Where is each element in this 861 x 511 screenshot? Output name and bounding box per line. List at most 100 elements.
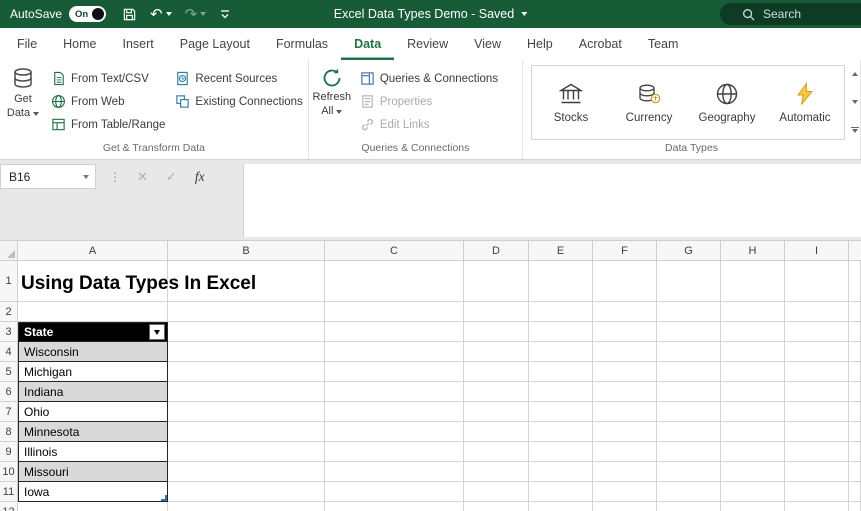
cell[interactable] bbox=[464, 302, 529, 322]
cell[interactable] bbox=[593, 362, 657, 382]
cell[interactable] bbox=[529, 442, 593, 462]
column-header-e[interactable]: E bbox=[529, 241, 593, 261]
cancel-button[interactable]: ✕ bbox=[128, 169, 157, 185]
gallery-more-button[interactable] bbox=[850, 124, 859, 136]
cell[interactable] bbox=[464, 462, 529, 482]
save-button[interactable] bbox=[122, 7, 137, 22]
cell[interactable] bbox=[785, 482, 849, 502]
gallery-scroll-up-button[interactable] bbox=[850, 68, 859, 80]
stocks-data-type[interactable]: Stocks bbox=[532, 66, 610, 139]
table-resize-handle[interactable] bbox=[161, 495, 167, 501]
cell[interactable] bbox=[168, 462, 325, 482]
cell[interactable] bbox=[593, 502, 657, 511]
cell[interactable] bbox=[529, 342, 593, 362]
cell[interactable] bbox=[721, 502, 785, 511]
tab-formulas[interactable]: Formulas bbox=[263, 28, 341, 60]
cell[interactable] bbox=[785, 362, 849, 382]
row-header[interactable]: 5 bbox=[0, 362, 18, 382]
column-header-d[interactable]: D bbox=[464, 241, 529, 261]
cell[interactable] bbox=[785, 302, 849, 322]
cell[interactable] bbox=[325, 302, 464, 322]
tab-insert[interactable]: Insert bbox=[110, 28, 167, 60]
insert-function-button[interactable]: fx bbox=[186, 169, 214, 185]
row-header[interactable]: 7 bbox=[0, 402, 18, 422]
cell[interactable] bbox=[168, 322, 325, 342]
cell[interactable] bbox=[529, 402, 593, 422]
column-header-g[interactable]: G bbox=[657, 241, 721, 261]
row-header[interactable]: 6 bbox=[0, 382, 18, 402]
cell[interactable] bbox=[721, 261, 785, 302]
tab-acrobat[interactable]: Acrobat bbox=[566, 28, 635, 60]
cell[interactable] bbox=[529, 422, 593, 442]
cell[interactable] bbox=[464, 261, 529, 302]
from-text-csv-button[interactable]: From Text/CSV bbox=[46, 68, 170, 89]
cell[interactable] bbox=[785, 322, 849, 342]
row-header[interactable]: 9 bbox=[0, 442, 18, 462]
cell[interactable] bbox=[529, 502, 593, 511]
cell[interactable] bbox=[593, 302, 657, 322]
name-box-dropdown[interactable] bbox=[77, 174, 95, 179]
tab-home[interactable]: Home bbox=[50, 28, 109, 60]
cell[interactable] bbox=[785, 462, 849, 482]
autosave-toggle[interactable]: On bbox=[69, 6, 107, 22]
cell[interactable] bbox=[849, 502, 861, 511]
cell[interactable] bbox=[593, 402, 657, 422]
cell[interactable] bbox=[464, 422, 529, 442]
cell[interactable] bbox=[464, 382, 529, 402]
cell[interactable] bbox=[529, 482, 593, 502]
table-header-cell[interactable]: State bbox=[18, 322, 168, 342]
undo-button[interactable]: ↶ bbox=[150, 7, 172, 22]
cell[interactable] bbox=[721, 402, 785, 422]
cell[interactable] bbox=[325, 322, 464, 342]
recent-sources-button[interactable]: Recent Sources bbox=[170, 68, 307, 89]
cell[interactable] bbox=[325, 382, 464, 402]
search-input[interactable]: Search bbox=[720, 3, 861, 25]
tab-data[interactable]: Data bbox=[341, 28, 394, 60]
cell[interactable] bbox=[593, 382, 657, 402]
cell[interactable] bbox=[657, 482, 721, 502]
cell[interactable] bbox=[529, 382, 593, 402]
cell[interactable] bbox=[464, 502, 529, 511]
cell[interactable] bbox=[464, 342, 529, 362]
row-header[interactable]: 3 bbox=[0, 322, 18, 342]
cell[interactable] bbox=[325, 342, 464, 362]
row-header[interactable]: 10 bbox=[0, 462, 18, 482]
cell[interactable] bbox=[18, 502, 168, 511]
tab-review[interactable]: Review bbox=[394, 28, 461, 60]
cell[interactable] bbox=[849, 261, 861, 302]
cell[interactable] bbox=[721, 422, 785, 442]
cell[interactable] bbox=[168, 382, 325, 402]
cell[interactable] bbox=[721, 322, 785, 342]
cell[interactable] bbox=[168, 402, 325, 422]
cell[interactable] bbox=[721, 462, 785, 482]
cell[interactable] bbox=[785, 382, 849, 402]
existing-connections-button[interactable]: Existing Connections bbox=[170, 91, 307, 112]
tab-help[interactable]: Help bbox=[514, 28, 566, 60]
title-dropdown-icon[interactable] bbox=[521, 12, 528, 16]
column-header-c[interactable]: C bbox=[325, 241, 464, 261]
cell[interactable] bbox=[168, 302, 325, 322]
row-header[interactable]: 1 bbox=[0, 261, 18, 302]
name-box[interactable]: B16 bbox=[0, 164, 96, 189]
cell[interactable] bbox=[849, 402, 861, 422]
tab-team[interactable]: Team bbox=[635, 28, 692, 60]
cell[interactable] bbox=[785, 422, 849, 442]
cell[interactable] bbox=[721, 442, 785, 462]
cell[interactable] bbox=[529, 362, 593, 382]
currency-data-type[interactable]: Currency bbox=[610, 66, 688, 139]
table-data-cell[interactable]: Illinois bbox=[18, 442, 168, 462]
cell[interactable] bbox=[464, 482, 529, 502]
column-header-f[interactable]: F bbox=[593, 241, 657, 261]
column-header-i[interactable]: I bbox=[785, 241, 849, 261]
cell[interactable] bbox=[657, 322, 721, 342]
redo-button[interactable]: ↷ bbox=[185, 7, 207, 22]
automatic-data-type[interactable]: Automatic bbox=[766, 66, 844, 139]
cell[interactable] bbox=[657, 462, 721, 482]
tab-view[interactable]: View bbox=[461, 28, 514, 60]
cell[interactable] bbox=[529, 261, 593, 302]
cell[interactable] bbox=[657, 502, 721, 511]
cell[interactable] bbox=[657, 442, 721, 462]
cell[interactable] bbox=[721, 302, 785, 322]
cell[interactable]: Using Data Types In Excel bbox=[18, 261, 256, 302]
cell[interactable] bbox=[593, 462, 657, 482]
